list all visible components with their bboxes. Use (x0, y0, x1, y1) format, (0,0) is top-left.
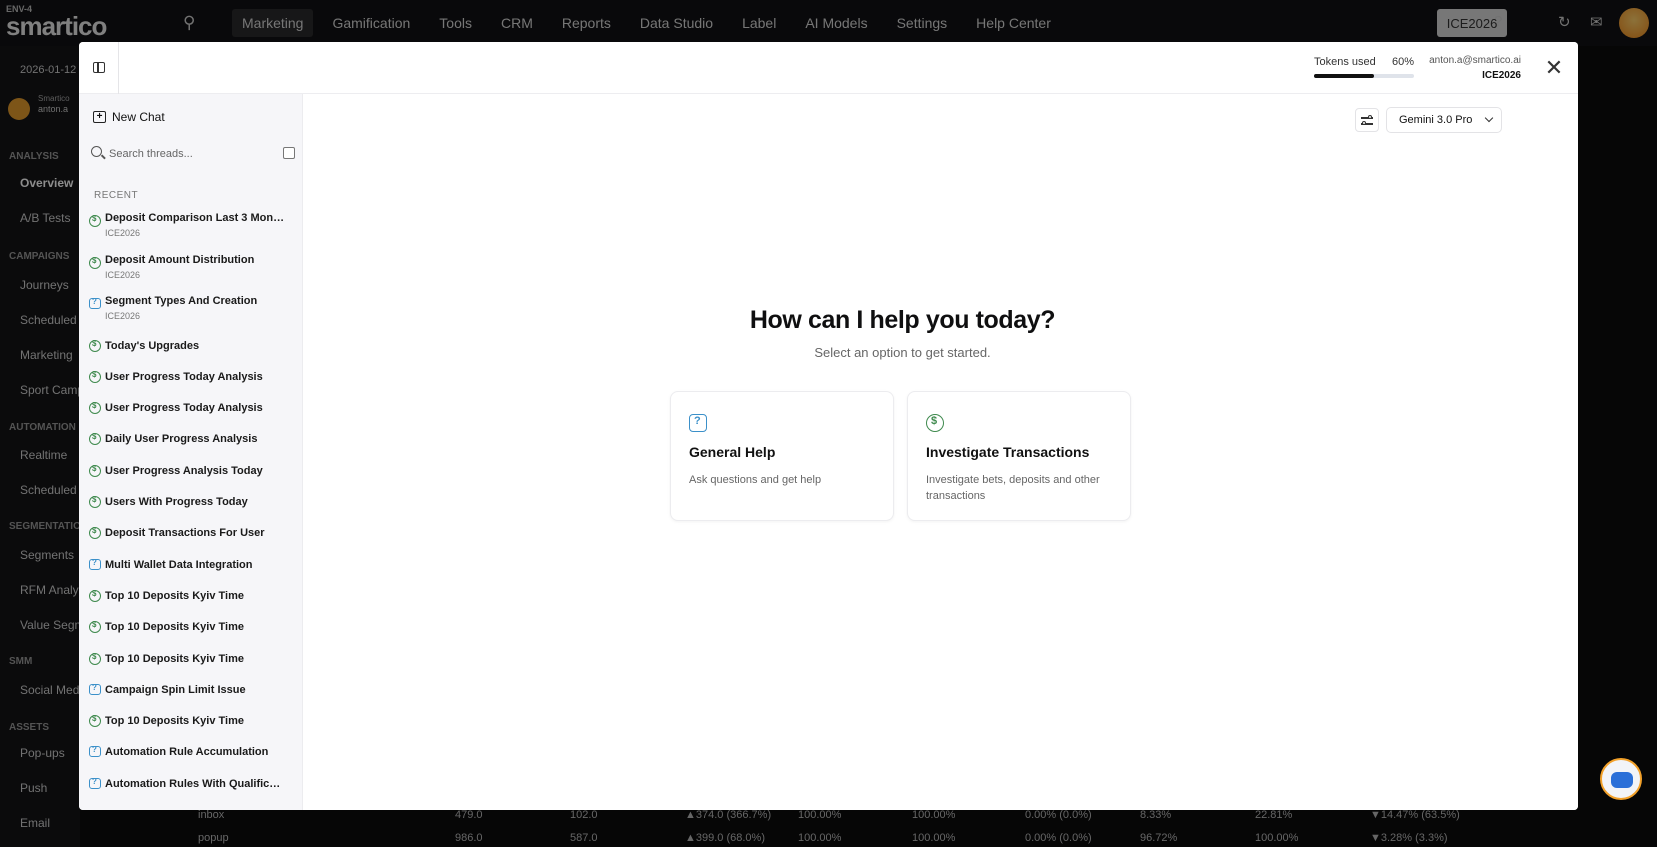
help-icon (689, 414, 707, 432)
thread-title: Deposit Comparison Last 3 Months (105, 212, 285, 224)
transactions-icon (89, 214, 101, 227)
thread-title: Campaign Spin Limit Issue (105, 683, 246, 696)
list-item[interactable]: Automation Rule Accumulation (85, 739, 297, 765)
help-icon (89, 683, 101, 695)
thread-title: Top 10 Deposits Kyiv Time (105, 715, 244, 728)
help-icon (89, 297, 101, 309)
list-item[interactable]: Deposit Amount Distribution ICE2026 (85, 250, 297, 286)
thread-workspace: ICE2026 (105, 228, 141, 238)
transactions-icon (89, 620, 101, 634)
thread-title: User Progress Today Analysis (105, 402, 263, 415)
account-info: anton.a@smartico.ai ICE2026 (1419, 55, 1521, 81)
transactions-icon (89, 526, 101, 540)
welcome-hero: How can I help you today? Select an opti… (303, 306, 1502, 360)
list-item[interactable]: Users With Progress Today (85, 489, 297, 515)
card-description: Ask questions and get help (689, 474, 822, 486)
thread-title: User Progress Today Analysis (105, 370, 263, 383)
list-item[interactable]: Top 10 Deposits Kyiv Time (85, 614, 297, 640)
list-item[interactable]: User Progress Today Analysis (85, 364, 297, 390)
welcome-heading: How can I help you today? (749, 306, 1056, 334)
model-select-value: Gemini 3.0 Pro (1399, 114, 1473, 126)
list-item[interactable]: Automation Rules With Qualificat... (85, 771, 297, 797)
new-chat-button[interactable]: + New Chat (93, 106, 165, 128)
card-title: General Help (689, 444, 776, 460)
recent-label: RECENT (94, 190, 139, 201)
transactions-icon (89, 495, 101, 508)
help-icon (89, 777, 101, 789)
transactions-icon (89, 714, 101, 728)
welcome-subheading: Select an option to get started. (814, 345, 991, 360)
list-item[interactable]: Top 10 Deposits Kyiv Time (85, 583, 297, 609)
ai-assistant-modal: Tokens used 60% anton.a@smartico.ai ICE2… (79, 42, 1578, 810)
thread-workspace: ICE2026 (105, 269, 141, 280)
sidebar-toggle-icon[interactable] (91, 58, 111, 78)
thread-title: Daily User Progress Analysis (105, 433, 258, 446)
thread-title: Today's Upgrades (105, 339, 200, 352)
thread-title: Users With Progress Today (105, 496, 248, 508)
thread-title: Deposit Amount Distribution (105, 253, 255, 266)
thread-title: Deposit Transactions For User (105, 527, 265, 540)
investigate-transactions-card[interactable]: Investigate Transactions Investigate bet… (907, 391, 1131, 521)
transactions-icon (89, 401, 101, 415)
list-item[interactable]: User Progress Analysis Today (85, 458, 297, 484)
transactions-icon (89, 652, 101, 665)
chat-main: Gemini 3.0 Pro How can I help you today?… (303, 94, 1578, 810)
search-icon (91, 146, 102, 157)
search-input[interactable] (109, 144, 269, 164)
transactions-icon (926, 414, 944, 432)
list-item[interactable]: Segment Types And Creation ICE2026 (85, 291, 297, 327)
modal-header: Tokens used 60% anton.a@smartico.ai ICE2… (79, 42, 1578, 94)
new-chat-label: New Chat (112, 110, 165, 124)
list-item[interactable]: Deposit Comparison Last 3 Months ICE2026 (85, 208, 297, 244)
thread-title: Automation Rule Accumulation (105, 746, 269, 759)
account-workspace: ICE2026 (1482, 70, 1521, 81)
list-item[interactable]: Daily User Progress Analysis (85, 426, 297, 452)
chevron-down-icon (1484, 113, 1494, 123)
tokens-usage: Tokens used 60% (1314, 56, 1414, 78)
thread-workspace: ICE2026 (105, 311, 141, 321)
general-help-card[interactable]: General Help Ask questions and get help (670, 391, 894, 521)
card-title: Investigate Transactions (926, 444, 1090, 460)
thread-title: Automation Rules With Qualificat... (105, 777, 285, 790)
help-icon (89, 745, 101, 758)
thread-title: Top 10 Deposits Kyiv Time (105, 621, 244, 634)
tokens-progress-fill (1314, 74, 1374, 78)
select-threads-checkbox[interactable] (283, 147, 295, 159)
transactions-icon (89, 464, 101, 477)
divider (118, 42, 119, 94)
new-chat-icon: + (93, 111, 106, 123)
transactions-icon (89, 589, 101, 602)
transactions-icon (89, 432, 101, 446)
thread-title: Top 10 Deposits Kyiv Time (105, 589, 244, 602)
ai-assistant-bot-icon[interactable] (1600, 758, 1642, 800)
list-item[interactable]: Top 10 Deposits Kyiv Time (85, 708, 297, 734)
transactions-icon (89, 256, 101, 269)
close-icon[interactable]: ✕ (1542, 56, 1566, 80)
list-item[interactable]: Today's Upgrades (85, 333, 297, 359)
card-description: Investigate bets, deposits and other tra… (926, 474, 1100, 502)
account-email: anton.a@smartico.ai (1429, 55, 1521, 66)
list-item[interactable]: Top 10 Deposits Kyiv Time (85, 646, 297, 672)
list-item[interactable]: Campaign Spin Limit Issue (85, 677, 297, 703)
tokens-percent: 60% (1391, 56, 1414, 68)
thread-search (85, 142, 297, 168)
help-icon (89, 558, 101, 570)
transactions-icon (89, 370, 101, 383)
list-item[interactable]: User Progress Today Analysis (85, 395, 297, 421)
thread-title: Multi Wallet Data Integration (105, 558, 253, 571)
settings-sliders-icon[interactable] (1355, 108, 1379, 132)
tokens-progress-bar (1314, 74, 1414, 78)
list-item[interactable]: Deposit Transactions For User (85, 520, 297, 546)
transactions-icon (89, 339, 101, 352)
thread-title: Segment Types And Creation (105, 295, 258, 307)
threads-sidebar: + New Chat RECENT Deposit Comparison Las… (79, 94, 303, 810)
thread-title: User Progress Analysis Today (105, 464, 263, 477)
model-select[interactable]: Gemini 3.0 Pro (1386, 107, 1502, 133)
thread-title: Top 10 Deposits Kyiv Time (105, 652, 244, 665)
list-item[interactable]: Multi Wallet Data Integration (85, 552, 297, 578)
